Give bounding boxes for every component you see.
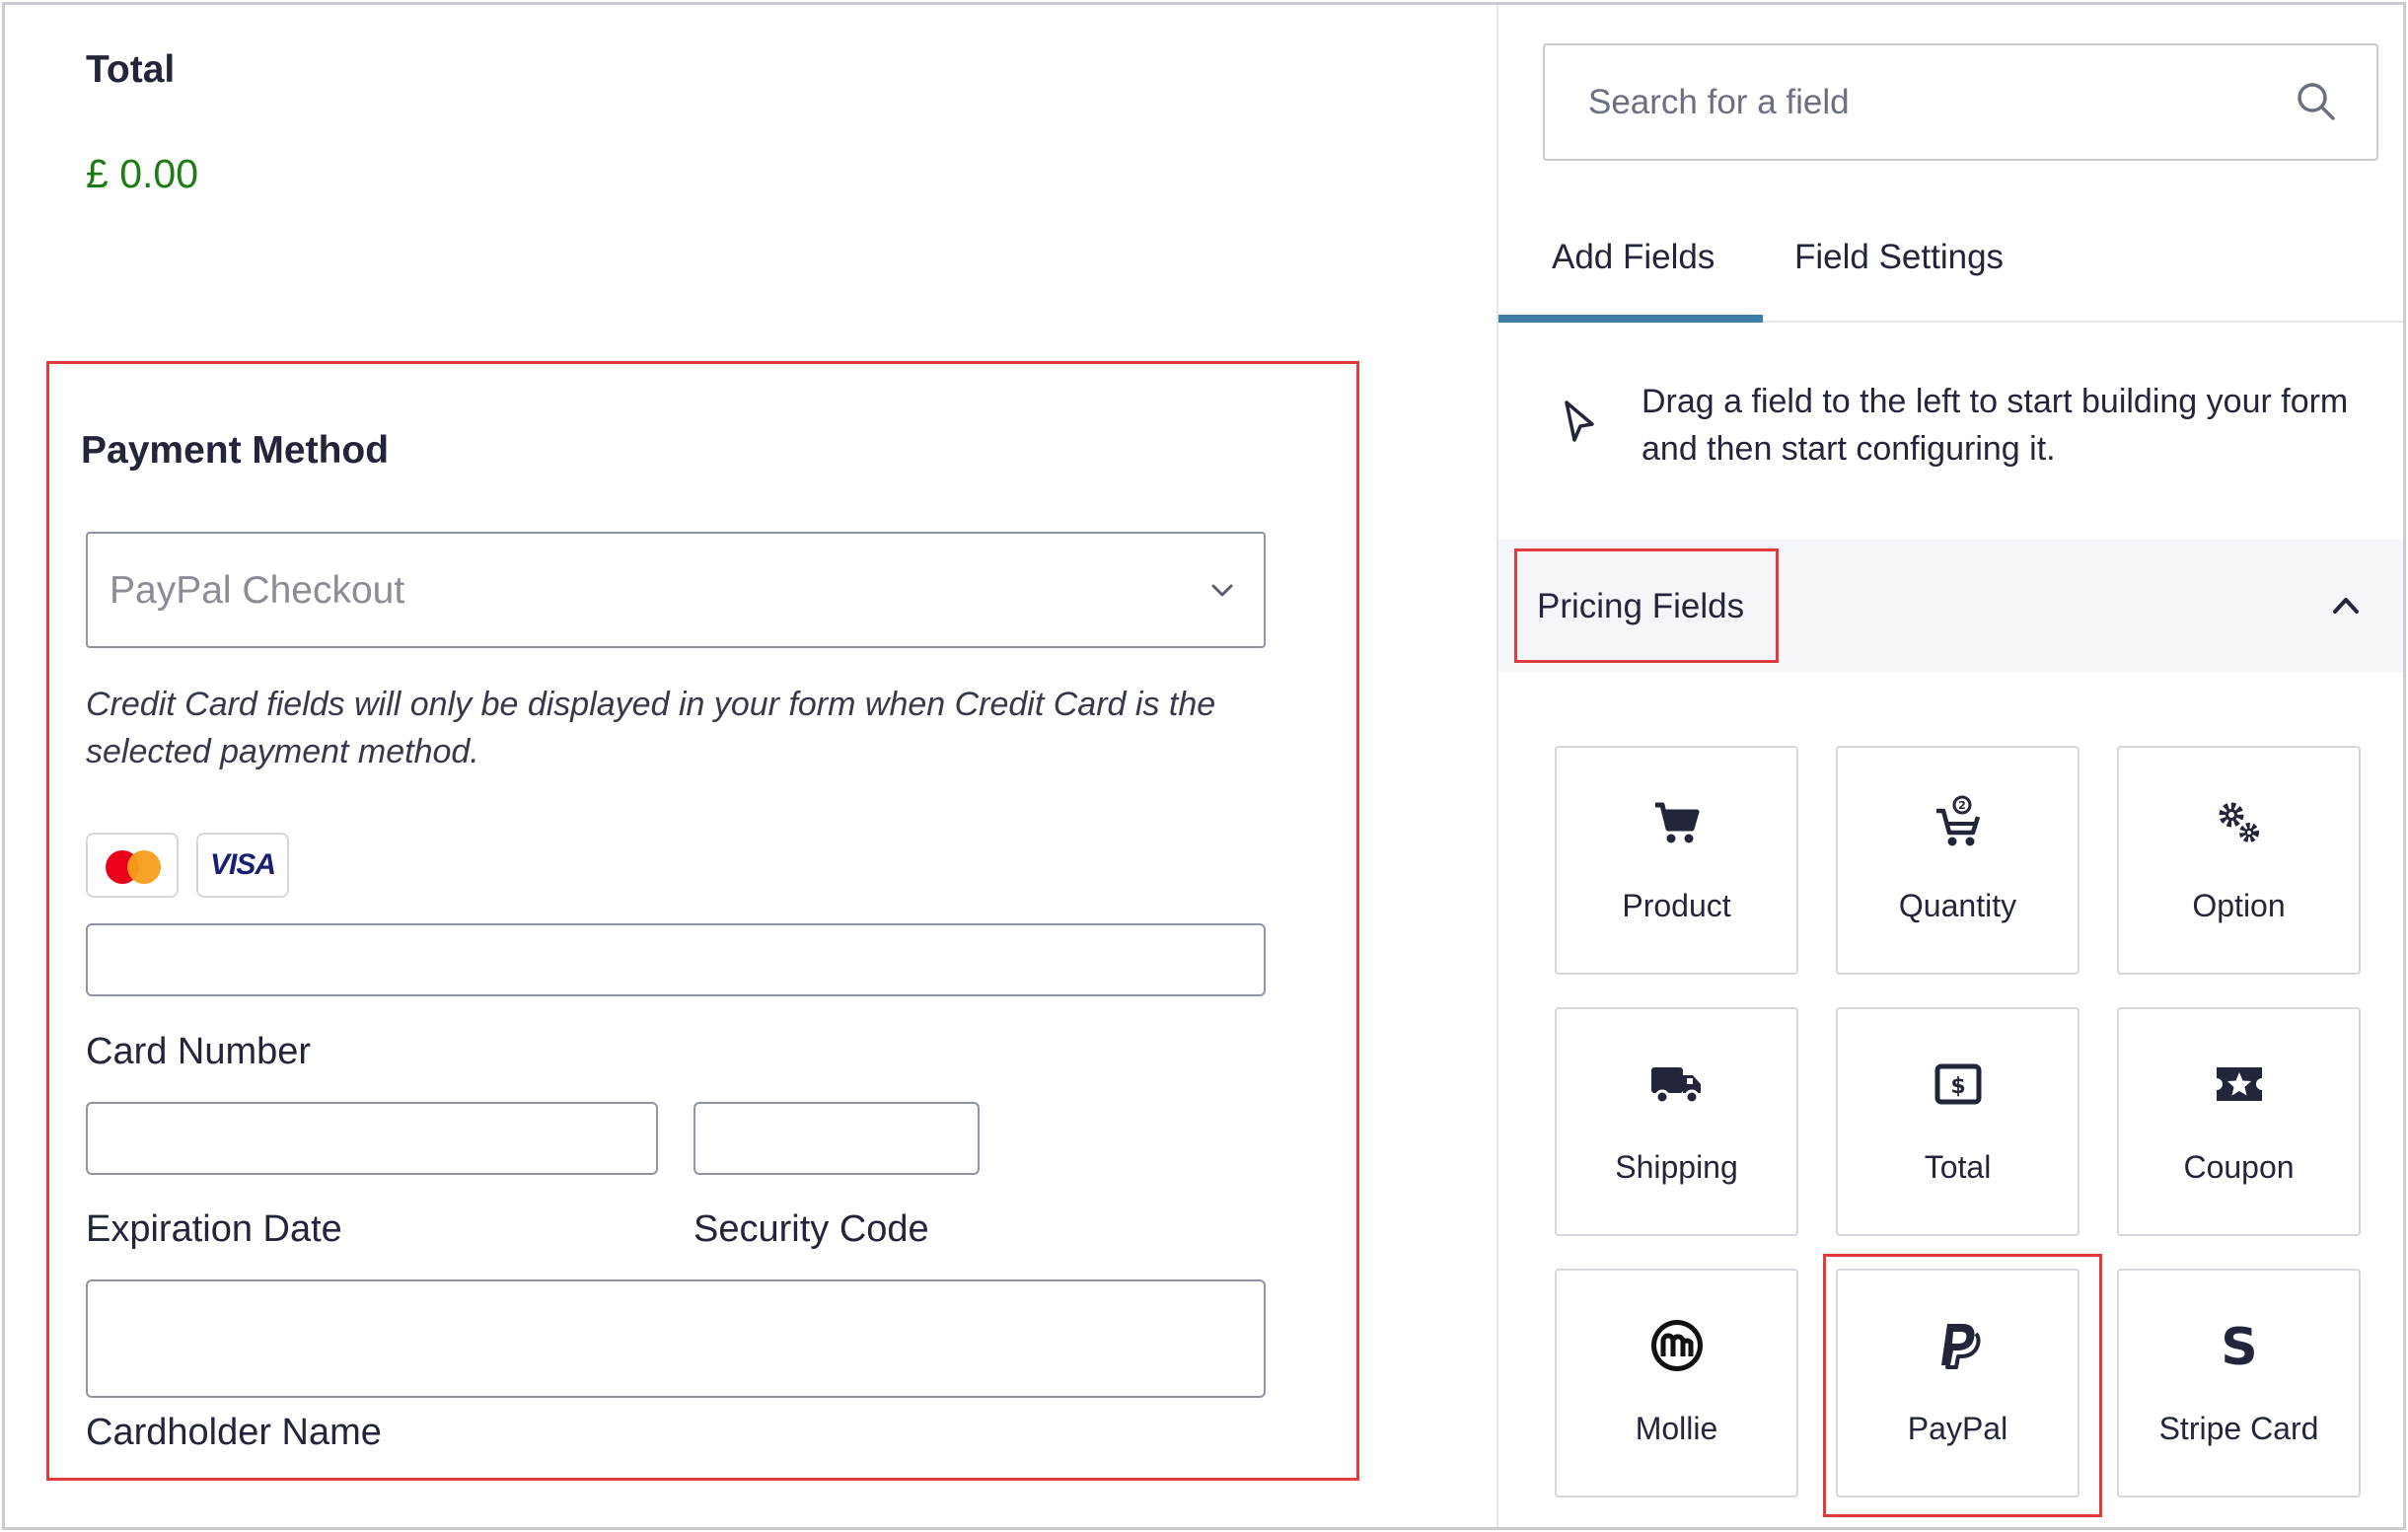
card-number-label: Card Number xyxy=(86,1031,312,1072)
expiration-date-input[interactable] xyxy=(86,1102,658,1175)
tab-field-settings[interactable]: Field Settings xyxy=(1794,238,2004,277)
mollie-icon xyxy=(1650,1320,1703,1371)
field-button-stripe-card[interactable]: S Stripe Card xyxy=(2117,1269,2361,1497)
security-code-input[interactable] xyxy=(693,1102,980,1175)
active-tab-indicator xyxy=(1498,315,1763,323)
total-value: £ 0.00 xyxy=(86,151,198,196)
cardholder-name-input[interactable] xyxy=(86,1279,1266,1398)
sidebar-tabs: Add Fields Field Settings xyxy=(1498,192,2403,323)
app-frame: Total £ 0.00 Payment Method PayPal Check… xyxy=(2,2,2406,1530)
field-label: Product xyxy=(1622,888,1731,923)
field-button-option[interactable]: Option xyxy=(2117,746,2361,975)
form-preview: Total £ 0.00 Payment Method PayPal Check… xyxy=(5,5,1496,1527)
payment-method-title: Payment Method xyxy=(81,429,390,472)
truck-icon xyxy=(1650,1067,1701,1105)
field-button-mollie[interactable]: Mollie xyxy=(1555,1269,1798,1497)
cardholder-name-label: Cardholder Name xyxy=(86,1412,382,1453)
card-number-input[interactable] xyxy=(86,923,1266,996)
field-label: Shipping xyxy=(1615,1149,1738,1185)
visa-logo-text: VISA xyxy=(209,848,276,881)
pricing-fields-highlight: Pricing Fields xyxy=(1514,548,1779,663)
payment-note: Credit Card fields will only be displaye… xyxy=(86,686,1216,770)
svg-text:2: 2 xyxy=(1958,799,1966,812)
cart-quantity-icon: 2 xyxy=(1935,795,1980,846)
total-title: Total xyxy=(86,48,176,91)
cart-icon xyxy=(1654,802,1699,843)
pricing-fields-header[interactable]: Pricing Fields xyxy=(1498,540,2403,672)
svg-text:$: $ xyxy=(1950,1074,1965,1099)
field-sidebar: Search for a field Add Fields Field Sett… xyxy=(1496,5,2403,1527)
star-ticket-icon xyxy=(2216,1067,2262,1101)
tab-add-fields[interactable]: Add Fields xyxy=(1552,238,1715,277)
field-label: Stripe Card xyxy=(2158,1411,2319,1446)
visa-icon: VISA xyxy=(196,833,289,898)
dollar-receipt-icon: $ xyxy=(1934,1063,1981,1105)
stripe-icon: S xyxy=(2221,1319,2257,1372)
chevron-down-icon xyxy=(1211,584,1233,597)
field-button-shipping[interactable]: Shipping xyxy=(1555,1007,1798,1236)
svg-text:S: S xyxy=(2221,1319,2257,1372)
field-button-total[interactable]: $ Total xyxy=(1836,1007,2080,1236)
field-label: Total xyxy=(1924,1149,1992,1185)
mastercard-icon xyxy=(86,833,179,898)
field-label: Option xyxy=(2192,888,2286,923)
payment-method-select-value: PayPal Checkout xyxy=(109,569,405,612)
paypal-highlight xyxy=(1823,1254,2102,1517)
gears-icon xyxy=(2219,802,2259,842)
field-label: Coupon xyxy=(2183,1149,2295,1185)
search-placeholder: Search for a field xyxy=(1588,83,1850,121)
payment-method-select[interactable]: PayPal Checkout xyxy=(86,532,1266,648)
expiration-date-label: Expiration Date xyxy=(86,1208,342,1250)
search-field-input[interactable]: Search for a field xyxy=(1543,43,2378,161)
field-label: Mollie xyxy=(1635,1411,1718,1446)
pointer-icon xyxy=(1565,401,1594,442)
field-button-product[interactable]: Product xyxy=(1555,746,1798,975)
field-button-quantity[interactable]: 2 Quantity xyxy=(1836,746,2080,975)
field-label: Quantity xyxy=(1898,888,2017,923)
security-code-label: Security Code xyxy=(693,1208,929,1250)
pricing-fields-title: Pricing Fields xyxy=(1537,587,1745,625)
field-button-coupon[interactable]: Coupon xyxy=(2117,1007,2361,1236)
search-icon[interactable] xyxy=(2294,79,2339,124)
payment-method-field[interactable]: Payment Method PayPal Checkout Credit Ca… xyxy=(46,361,1359,1481)
drag-hint-text: Drag a field to the left to start buildi… xyxy=(1642,383,2349,468)
chevron-up-icon[interactable] xyxy=(2324,584,2368,627)
